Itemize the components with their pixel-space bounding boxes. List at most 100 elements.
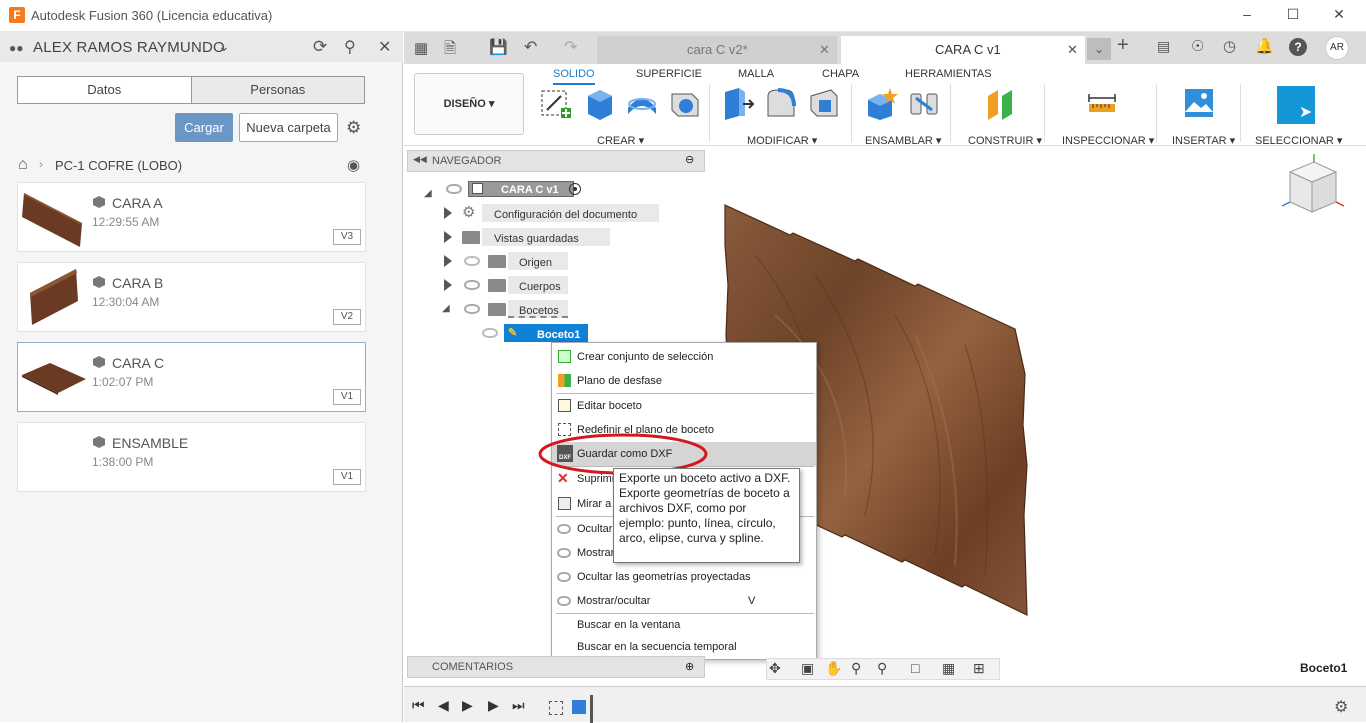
- extrude-icon[interactable]: [582, 86, 616, 120]
- version-badge[interactable]: V2: [333, 309, 361, 325]
- timeline-settings-gear-icon[interactable]: ⚙: [1334, 697, 1348, 717]
- measure-icon[interactable]: [1085, 86, 1119, 120]
- help-icon[interactable]: ?: [1289, 38, 1307, 56]
- home-icon[interactable]: ⌂: [18, 156, 28, 174]
- file-card-selected[interactable]: CARA C 1:02:07 PM V1: [17, 342, 366, 412]
- new-tab-plus-icon[interactable]: +: [1117, 34, 1129, 57]
- tree-item-bodies[interactable]: Cuerpos: [444, 274, 594, 296]
- orbit-icon[interactable]: ✥: [769, 660, 781, 677]
- menu-item-hide-projected[interactable]: Ocultar las geometrías proyectadas: [552, 565, 816, 589]
- search-icon[interactable]: ⚲: [344, 37, 356, 57]
- step-back-icon[interactable]: ◀: [438, 697, 449, 714]
- look-at-icon[interactable]: ▣: [801, 660, 814, 677]
- tab-malla[interactable]: MALLA: [738, 68, 774, 80]
- avatar[interactable]: AR: [1325, 36, 1349, 60]
- notification-bell-icon[interactable]: 🔔: [1255, 37, 1274, 55]
- menu-item-edit-sketch[interactable]: Editar boceto: [552, 394, 816, 418]
- maximize-icon[interactable]: ☐: [1282, 6, 1304, 23]
- revolve-icon[interactable]: [625, 86, 659, 120]
- close-panel-icon[interactable]: ✕: [378, 37, 391, 57]
- view-cube-icon[interactable]: [1278, 150, 1348, 220]
- new-folder-button[interactable]: Nueva carpeta: [239, 113, 338, 142]
- tree-item-saved-views[interactable]: Vistas guardadas: [444, 226, 624, 248]
- file-card[interactable]: ENSAMBLE 1:38:00 PM V1: [17, 422, 366, 492]
- file-card[interactable]: CARA A 12:29:55 AM V3: [17, 182, 366, 252]
- expand-triangle-icon[interactable]: ◢: [424, 183, 432, 205]
- expand-triangle-icon[interactable]: [444, 279, 452, 291]
- play-icon[interactable]: ▶: [462, 697, 473, 714]
- box-icon[interactable]: [668, 86, 702, 120]
- visibility-eye-icon[interactable]: [464, 280, 480, 290]
- new-component-icon[interactable]: [864, 86, 898, 120]
- job-status-icon[interactable]: ◷: [1223, 37, 1236, 55]
- minimize-icon[interactable]: –: [1236, 6, 1258, 22]
- hidden-eye-icon[interactable]: [464, 256, 480, 266]
- zoom-icon[interactable]: ⚲: [851, 660, 861, 677]
- file-menu-icon[interactable]: 🗎: [444, 38, 456, 63]
- menu-item-create-selection-set[interactable]: Crear conjunto de selección: [552, 345, 816, 369]
- tab-datos[interactable]: Datos: [18, 77, 192, 103]
- minus-circle-icon[interactable]: ⊖: [685, 153, 694, 166]
- expand-triangle-icon[interactable]: [444, 231, 452, 243]
- skip-to-start-icon[interactable]: ⏮: [412, 697, 425, 714]
- close-tab-icon[interactable]: ✕: [819, 36, 830, 64]
- root-component-pill[interactable]: CARA C v1: [468, 181, 574, 197]
- sketch-selected-pill[interactable]: ✎ Boceto1: [504, 324, 588, 342]
- offset-plane-icon[interactable]: [984, 86, 1018, 120]
- viewports-icon[interactable]: ⊞: [973, 660, 985, 677]
- timeline-marker[interactable]: [590, 695, 593, 723]
- visibility-eye-icon[interactable]: [464, 304, 480, 314]
- tab-chapa[interactable]: CHAPA: [822, 68, 859, 80]
- user-name[interactable]: ALEX RAMOS RAYMUNDO: [33, 39, 225, 56]
- activate-radio-icon[interactable]: [569, 183, 581, 195]
- step-forward-icon[interactable]: ▶: [488, 697, 499, 714]
- tree-item-sketch1[interactable]: ✎ Boceto1: [480, 322, 620, 344]
- tab-overflow-chevron-icon[interactable]: ⌄: [1087, 38, 1111, 60]
- redo-icon[interactable]: ↷: [564, 37, 577, 57]
- grid-apps-icon[interactable]: ▦: [414, 39, 428, 57]
- menu-item-toggle-visibility[interactable]: Mostrar/ocultar V: [552, 589, 816, 613]
- tree-item-sketches[interactable]: ◢ Bocetos: [442, 298, 592, 320]
- expand-triangle-icon[interactable]: [444, 207, 452, 219]
- breadcrumb[interactable]: PC-1 COFRE (LOBO): [55, 158, 182, 173]
- tab-superficie[interactable]: SUPERFICIE: [636, 68, 702, 80]
- comments-panel[interactable]: COMENTARIOS ⊕: [407, 656, 705, 678]
- skip-to-end-icon[interactable]: ⏭: [512, 697, 525, 714]
- version-badge[interactable]: V3: [333, 229, 361, 245]
- tab-cara-c-v2[interactable]: cara C v2* ✕: [597, 36, 837, 64]
- insert-image-icon[interactable]: [1182, 86, 1216, 120]
- undo-icon[interactable]: ↶: [524, 37, 537, 57]
- shell-icon[interactable]: [807, 86, 841, 120]
- create-sketch-icon[interactable]: [539, 86, 573, 120]
- tab-personas[interactable]: Personas: [191, 77, 364, 103]
- collapse-browser-icon[interactable]: ◀◀: [413, 154, 427, 165]
- file-card[interactable]: CARA B 12:30:04 AM V2: [17, 262, 366, 332]
- fit-zoom-icon[interactable]: ⚲: [877, 660, 887, 677]
- timeline-extrude-feature-icon[interactable]: [572, 700, 586, 714]
- comment-icon[interactable]: ▤: [1157, 38, 1170, 55]
- tree-item-origin[interactable]: Origen: [444, 250, 594, 272]
- visibility-eye-icon[interactable]: [446, 184, 462, 194]
- tab-cara-c-v1[interactable]: CARA C v1 ✕: [841, 36, 1085, 64]
- globe-icon[interactable]: ◉: [347, 156, 360, 174]
- version-badge[interactable]: V1: [333, 469, 361, 485]
- select-icon[interactable]: ➤: [1277, 86, 1315, 124]
- browser-header[interactable]: ◀◀ NAVEGADOR ⊖: [407, 150, 705, 172]
- display-settings-icon[interactable]: □: [911, 660, 919, 676]
- team-icon[interactable]: ●●: [9, 41, 24, 55]
- online-status-icon[interactable]: ☉: [1191, 37, 1204, 55]
- menu-item-offset-plane[interactable]: Plano de desfase: [552, 369, 816, 393]
- menu-item-find-in-window[interactable]: Buscar en la ventana: [552, 613, 816, 637]
- save-icon[interactable]: 💾: [489, 38, 508, 56]
- grid-settings-icon[interactable]: ▦: [942, 660, 955, 677]
- timeline-sketch-feature-icon[interactable]: [549, 701, 563, 715]
- tree-item-config[interactable]: ⚙ Configuración del documento: [444, 202, 659, 224]
- close-tab-icon[interactable]: ✕: [1067, 36, 1078, 64]
- fillet-icon[interactable]: [764, 86, 798, 120]
- chevron-down-icon[interactable]: ⌄: [218, 38, 230, 55]
- close-window-icon[interactable]: ✕: [1328, 6, 1350, 23]
- plus-circle-icon[interactable]: ⊕: [685, 657, 694, 677]
- tab-herramientas[interactable]: HERRAMIENTAS: [905, 68, 992, 80]
- press-pull-icon[interactable]: [721, 86, 755, 120]
- collapse-triangle-icon[interactable]: ◢: [442, 298, 450, 320]
